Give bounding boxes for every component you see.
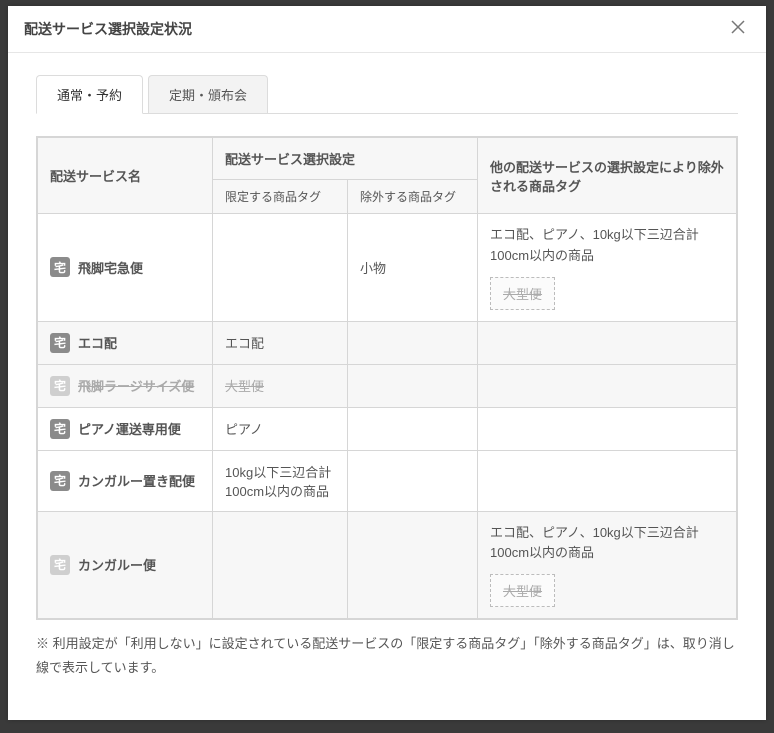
service-cell: 宅カンガルー置き配便	[50, 471, 200, 491]
delivery-icon: 宅	[50, 419, 70, 439]
delivery-icon: 宅	[50, 471, 70, 491]
excluded-tag-pill: 大型便	[490, 277, 555, 310]
modal: 配送サービス選択設定状況 通常・予約定期・頒布会 配送サービス名 配送サービス選…	[8, 6, 766, 720]
service-cell: 宅飛脚宅急便	[50, 257, 200, 277]
th-exclude: 除外する商品タグ	[348, 180, 478, 214]
exclude-cell	[348, 450, 478, 511]
exclude-cell	[348, 321, 478, 364]
service-name: カンガルー便	[78, 555, 156, 574]
limit-cell: エコ配	[213, 321, 348, 364]
delivery-icon: 宅	[50, 333, 70, 353]
service-name: 飛脚宅急便	[78, 258, 143, 277]
close-icon	[730, 18, 746, 41]
others-text: エコ配、ピアノ、10kg以下三辺合計100cm以内の商品	[490, 225, 724, 267]
limit-cell	[213, 511, 348, 619]
service-cell: 宅ピアノ運送専用便	[50, 419, 200, 439]
limit-cell: ピアノ	[213, 407, 348, 450]
table-body: 宅飛脚宅急便小物エコ配、ピアノ、10kg以下三辺合計100cm以内の商品大型便宅…	[38, 214, 737, 619]
excluded-tag-pill: 大型便	[490, 574, 555, 607]
limit-cell: 10kg以下三辺合計100cm以内の商品	[213, 450, 348, 511]
service-name: カンガルー置き配便	[78, 471, 195, 490]
footnote: ※ 利用設定が「利用しない」に設定されている配送サービスの「限定する商品タグ」「…	[36, 632, 738, 679]
limit-cell: 大型便	[213, 364, 348, 407]
others-cell: エコ配、ピアノ、10kg以下三辺合計100cm以内の商品大型便	[478, 214, 737, 322]
table-row: 宅カンガルー便 エコ配、ピアノ、10kg以下三辺合計100cm以内の商品大型便	[38, 511, 737, 619]
table-wrap: 配送サービス名 配送サービス選択設定 他の配送サービスの選択設定により除外される…	[36, 136, 738, 620]
delivery-icon: 宅	[50, 555, 70, 575]
th-selection: 配送サービス選択設定	[213, 138, 478, 180]
table-row: 宅飛脚ラージサイズ便大型便	[38, 364, 737, 407]
service-name: 飛脚ラージサイズ便	[78, 376, 194, 395]
others-cell	[478, 321, 737, 364]
others-cell	[478, 450, 737, 511]
shipping-table: 配送サービス名 配送サービス選択設定 他の配送サービスの選択設定により除外される…	[37, 137, 737, 619]
limit-cell	[213, 214, 348, 322]
exclude-cell: 小物	[348, 214, 478, 322]
th-others: 他の配送サービスの選択設定により除外される商品タグ	[478, 138, 737, 214]
service-name: ピアノ運送専用便	[78, 419, 181, 438]
table-row: 宅エコ配エコ配	[38, 321, 737, 364]
table-row: 宅飛脚宅急便 小物エコ配、ピアノ、10kg以下三辺合計100cm以内の商品大型便	[38, 214, 737, 322]
others-cell	[478, 407, 737, 450]
modal-body: 通常・予約定期・頒布会 配送サービス名 配送サービス選択設定 他の配送サービスの…	[8, 53, 766, 701]
service-cell: 宅カンガルー便	[50, 555, 200, 575]
delivery-icon: 宅	[50, 257, 70, 277]
others-text: エコ配、ピアノ、10kg以下三辺合計100cm以内の商品	[490, 523, 724, 565]
tab-0[interactable]: 通常・予約	[36, 75, 143, 114]
service-name: エコ配	[78, 333, 117, 352]
exclude-cell	[348, 511, 478, 619]
tabs: 通常・予約定期・頒布会	[36, 75, 738, 114]
exclude-cell	[348, 407, 478, 450]
table-row: 宅カンガルー置き配便 10kg以下三辺合計100cm以内の商品	[38, 450, 737, 511]
modal-header: 配送サービス選択設定状況	[8, 6, 766, 53]
close-button[interactable]	[726, 17, 750, 41]
th-service: 配送サービス名	[38, 138, 213, 214]
modal-title: 配送サービス選択設定状況	[24, 19, 192, 39]
others-cell: エコ配、ピアノ、10kg以下三辺合計100cm以内の商品大型便	[478, 511, 737, 619]
table-row: 宅ピアノ運送専用便ピアノ	[38, 407, 737, 450]
tab-1[interactable]: 定期・頒布会	[148, 75, 268, 113]
service-cell: 宅エコ配	[50, 333, 200, 353]
exclude-cell	[348, 364, 478, 407]
service-cell: 宅飛脚ラージサイズ便	[50, 376, 200, 396]
delivery-icon: 宅	[50, 376, 70, 396]
th-limit: 限定する商品タグ	[213, 180, 348, 214]
others-cell	[478, 364, 737, 407]
